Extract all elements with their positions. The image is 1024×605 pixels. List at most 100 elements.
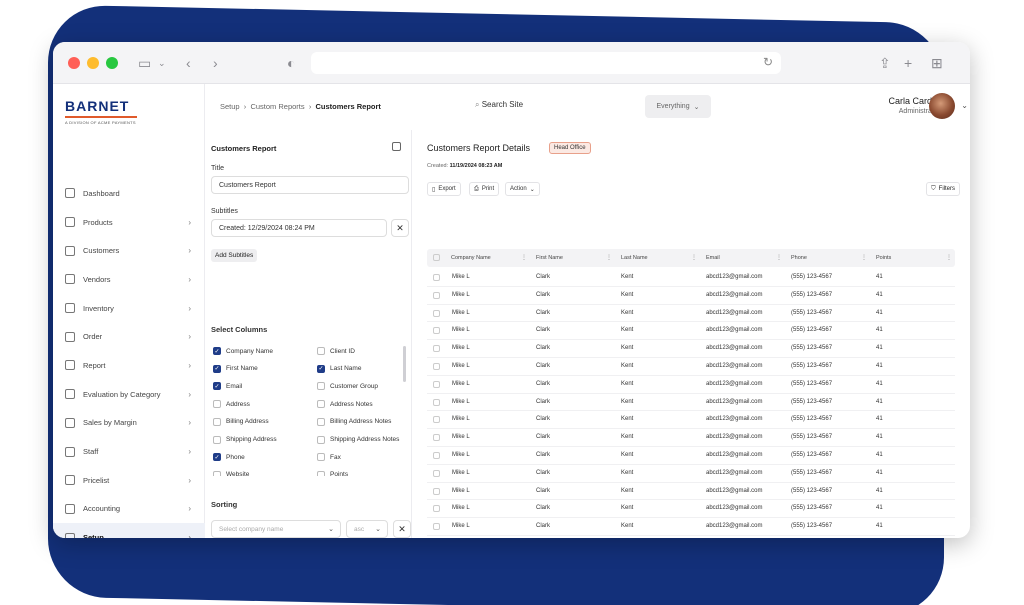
checkbox[interactable]: ✓	[213, 382, 221, 391]
table-row[interactable]: Mike LClarkKentabcd123@gmail.com(555) 12…	[427, 411, 955, 430]
table-row[interactable]: Mike LClarkKentabcd123@gmail.com(555) 12…	[427, 518, 955, 536]
row-checkbox[interactable]	[433, 469, 440, 477]
column-header[interactable]: Email	[706, 255, 720, 261]
checkbox[interactable]: ✓	[317, 364, 325, 373]
column-option[interactable]: Fax	[317, 453, 341, 462]
search-site[interactable]: ⌕ Search Site	[475, 100, 523, 110]
column-menu-icon[interactable]: ⋮	[691, 254, 697, 261]
table-row[interactable]: Mike LClarkKentabcd123@gmail.com(555) 12…	[427, 447, 955, 465]
column-menu-icon[interactable]: ⋮	[606, 254, 612, 261]
sidebar-item-evaluation-by-category[interactable]: Evaluation by Category ›	[53, 380, 205, 409]
sidebar-item-setup[interactable]: Setup ›	[53, 523, 205, 538]
row-checkbox[interactable]	[433, 523, 440, 531]
chevron-down-icon[interactable]: ⌄	[158, 55, 166, 71]
forward-icon[interactable]: ›	[213, 55, 218, 71]
sidebar-item-pricelist[interactable]: Pricelist ›	[53, 466, 205, 495]
column-list-scrollbar[interactable]	[403, 346, 406, 382]
address-bar[interactable]: ↻	[311, 52, 781, 74]
table-row[interactable]: Mike LClarkKentabcd123@gmail.com(555) 12…	[427, 429, 955, 447]
sidebar-item-report[interactable]: Report ›	[53, 351, 205, 380]
checkbox[interactable]	[317, 435, 325, 444]
subtitle-input[interactable]: Created: 12/29/2024 08:24 PM	[211, 219, 387, 237]
sidebar-item-order[interactable]: Order ›	[53, 322, 205, 351]
action-dropdown[interactable]: Action ⌄	[505, 182, 540, 196]
checkbox[interactable]: ✓	[213, 364, 221, 373]
row-checkbox[interactable]	[433, 274, 440, 281]
column-option[interactable]: Shipping Address Notes	[317, 435, 399, 444]
checkbox[interactable]	[317, 470, 325, 476]
column-option[interactable]: Billing Address	[213, 417, 269, 426]
table-row[interactable]: Mike LClarkKentabcd123@gmail.com(555) 12…	[427, 536, 955, 538]
table-row[interactable]: Mike LClarkKentabcd123@gmail.com(555) 12…	[427, 465, 955, 483]
export-button[interactable]: ▯ Export	[427, 182, 461, 196]
row-checkbox[interactable]	[433, 451, 440, 459]
sidebar-item-vendors[interactable]: Vendors ›	[53, 265, 205, 294]
sidebar-item-staff[interactable]: Staff ›	[53, 437, 205, 466]
sidebar-item-customers[interactable]: Customers ›	[53, 236, 205, 265]
print-button[interactable]: ⎙ Print	[469, 182, 500, 196]
column-option[interactable]: ✓ Company Name	[213, 347, 273, 355]
row-checkbox[interactable]	[433, 327, 440, 335]
sort-field-select-1[interactable]: Select company name ⌄	[211, 520, 341, 538]
maximize-window-button[interactable]	[106, 57, 118, 69]
checkbox[interactable]	[213, 417, 221, 426]
checkbox[interactable]	[317, 400, 325, 409]
table-row[interactable]: Mike LClarkKentabcd123@gmail.com(555) 12…	[427, 483, 955, 501]
row-checkbox[interactable]	[433, 362, 440, 370]
checkbox[interactable]: ✓	[213, 347, 221, 355]
share-icon[interactable]: ⇪	[879, 55, 891, 71]
column-header[interactable]: Points	[876, 255, 891, 261]
row-checkbox[interactable]	[433, 291, 440, 299]
column-option[interactable]: ✓ Email	[213, 382, 242, 391]
column-menu-icon[interactable]: ⋮	[861, 254, 867, 261]
column-option[interactable]: Billing Address Notes	[317, 417, 391, 426]
column-header[interactable]: Company Name	[451, 255, 491, 261]
column-option[interactable]: ✓ Phone	[213, 453, 245, 462]
new-tab-icon[interactable]: +	[904, 55, 912, 71]
sidebar-item-inventory[interactable]: Inventory ›	[53, 294, 205, 323]
add-subtitles-button[interactable]: Add Subtitles	[211, 249, 258, 262]
checkbox[interactable]	[213, 400, 221, 409]
table-row[interactable]: Mike LClarkKentabcd123@gmail.com(555) 12…	[427, 340, 955, 358]
sidebar-item-dashboard[interactable]: Dashboard	[53, 179, 205, 208]
select-all-checkbox[interactable]	[433, 254, 440, 261]
remove-sort-button-1[interactable]: ✕	[393, 520, 411, 538]
breadcrumb-custom-reports[interactable]: Custom Reports	[250, 102, 304, 111]
table-row[interactable]: Mike LClarkKentabcd123@gmail.com(555) 12…	[427, 269, 955, 287]
checkbox[interactable]	[317, 417, 325, 426]
column-option[interactable]: Address Notes	[317, 400, 373, 409]
column-menu-icon[interactable]: ⋮	[521, 254, 527, 261]
checkbox[interactable]	[317, 347, 325, 355]
row-checkbox[interactable]	[433, 398, 440, 406]
chevron-down-icon[interactable]: ⌄	[961, 101, 968, 110]
breadcrumb-setup[interactable]: Setup	[220, 102, 240, 111]
table-row[interactable]: Mike LClarkKentabcd123@gmail.com(555) 12…	[427, 358, 955, 376]
row-checkbox[interactable]	[433, 434, 440, 442]
filters-button[interactable]: ⛉ Filters	[926, 182, 960, 196]
reload-icon[interactable]: ↻	[763, 55, 773, 69]
table-row[interactable]: Mike LClarkKentabcd123@gmail.com(555) 12…	[427, 287, 955, 305]
sidebar-item-sales-by-margin[interactable]: Sales by Margin ›	[53, 409, 205, 438]
column-option[interactable]: Points	[317, 470, 348, 476]
row-checkbox[interactable]	[433, 309, 440, 317]
scope-dropdown[interactable]: Everything ⌄	[645, 95, 711, 118]
column-option[interactable]: Client ID	[317, 347, 355, 355]
checkbox[interactable]: ✓	[213, 453, 221, 462]
checkbox[interactable]	[317, 382, 325, 391]
row-checkbox[interactable]	[433, 380, 440, 388]
logo[interactable]: BARNET A DIVISION OF ACME PAYMENTS	[65, 98, 137, 125]
row-checkbox[interactable]	[433, 505, 440, 513]
remove-subtitle-button[interactable]: ✕	[391, 219, 409, 237]
column-option[interactable]: ✓ First Name	[213, 364, 258, 373]
sidebar-toggle-icon[interactable]: ▭	[138, 55, 151, 71]
row-checkbox[interactable]	[433, 416, 440, 424]
table-row[interactable]: Mike LClarkKentabcd123@gmail.com(555) 12…	[427, 376, 955, 394]
table-row[interactable]: Mike LClarkKentabcd123@gmail.com(555) 12…	[427, 305, 955, 323]
location-badge[interactable]: Head Office	[549, 142, 591, 154]
title-input[interactable]: Customers Report	[211, 176, 409, 194]
collapse-panel-icon[interactable]	[392, 142, 401, 151]
column-header[interactable]: Last Name	[621, 255, 648, 261]
column-option[interactable]: Shipping Address	[213, 435, 277, 444]
close-window-button[interactable]	[68, 57, 80, 69]
column-header[interactable]: First Name	[536, 255, 563, 261]
